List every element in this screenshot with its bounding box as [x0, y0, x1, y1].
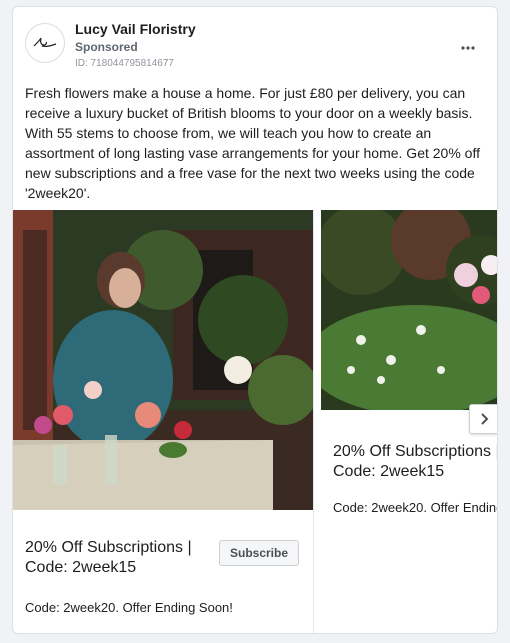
garden-photo — [321, 210, 497, 410]
card-headline-line2: Code: 2week15 — [25, 559, 137, 576]
carousel: 20% Off Subscriptions | Code: 2week15 Su… — [13, 210, 498, 633]
card-headline-line1: 20% Off Subscriptions | — [333, 443, 498, 460]
next-card-button[interactable] — [469, 404, 497, 434]
carousel-card-1[interactable]: 20% Off Subscriptions | Code: 2week15 Su… — [13, 210, 314, 633]
card-headline-line1: 20% Off Subscriptions | — [25, 539, 192, 556]
page-name[interactable]: Lucy Vail Floristry — [75, 21, 196, 37]
subscribe-button[interactable]: Subscribe — [219, 540, 299, 566]
ad-card: Lucy Vail Floristry Sponsored ID: 718044… — [12, 6, 498, 634]
card-description: Code: 2week20. Offer Ending Soon! — [333, 500, 497, 515]
sponsored-label: Sponsored — [75, 40, 138, 54]
chevron-right-icon — [481, 413, 489, 425]
more-options-icon[interactable] — [461, 37, 475, 53]
card-headline-line2: Code: 2week15 — [333, 463, 445, 480]
page-avatar[interactable] — [25, 23, 65, 63]
ad-id: ID: 718044795814677 — [75, 58, 174, 69]
ad-body-text: Fresh flowers make a house a home. For j… — [25, 85, 480, 201]
card-description: Code: 2week20. Offer Ending Soon! — [25, 600, 233, 615]
logo-signature-icon — [33, 37, 57, 47]
florist-photo — [13, 210, 313, 510]
